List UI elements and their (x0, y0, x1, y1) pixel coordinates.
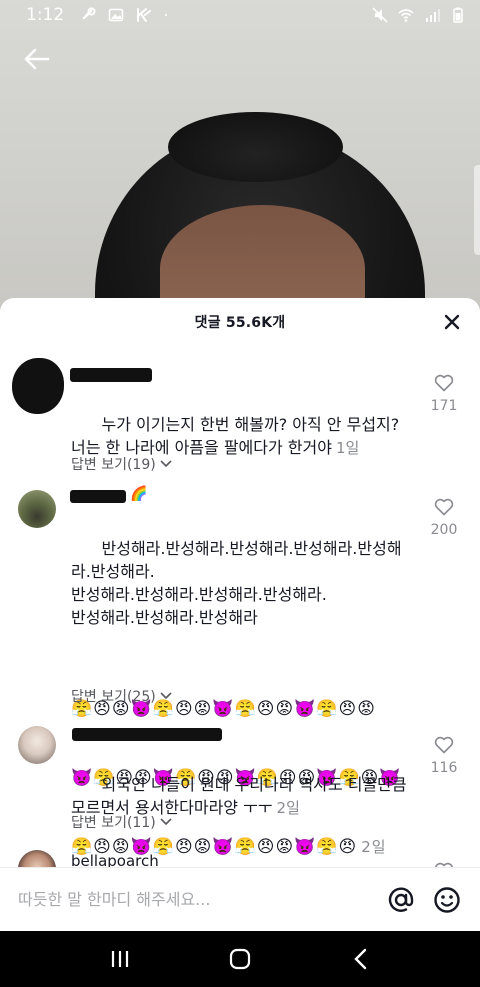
view-replies-label: 답변 보기(25) (71, 689, 156, 705)
avatar[interactable] (18, 726, 56, 764)
avatar[interactable] (18, 490, 56, 528)
comment-item: 누가 이기는지 한번 해볼까? 아직 안 무섭지? 너는 한 나라에 아픔을 팔… (0, 350, 480, 480)
comment-item: 외국인 니들이 뭔데 우리나라 역사도 티끌만큼 모르면서 용서한다마라양 ㅜㅜ… (0, 722, 480, 842)
mute-icon (372, 7, 388, 23)
status-time: 1:12 (26, 5, 65, 25)
dot-icon (165, 14, 168, 16)
view-replies-label: 답변 보기(19) (71, 457, 156, 473)
mention-icon[interactable] (386, 885, 416, 915)
comment-item: 🌈 반성해라.반성해라.반성해라.반성해라.반성해 라.반성해라. 반성해라.반… (0, 486, 480, 857)
back-arrow-icon (24, 48, 50, 70)
like-count: 171 (430, 398, 458, 414)
battery-icon (453, 7, 463, 23)
like-button[interactable]: 200 (420, 498, 468, 538)
back-chevron-icon (354, 948, 367, 970)
view-replies-link[interactable]: 답변 보기(11) (71, 812, 172, 832)
home-icon (229, 948, 251, 970)
home-button[interactable] (226, 945, 254, 973)
avatar-redacted[interactable] (12, 358, 64, 414)
username-redacted[interactable] (72, 728, 222, 741)
recents-icon (111, 951, 129, 967)
back-button[interactable] (20, 44, 54, 74)
side-edge-handle[interactable] (474, 165, 480, 255)
heart-icon (434, 498, 454, 516)
back-nav-button[interactable] (346, 945, 374, 973)
comment-count-title: 댓글 55.6K개 (194, 315, 286, 331)
heart-icon (434, 736, 454, 754)
video-player[interactable] (0, 0, 480, 320)
wifi-icon (398, 9, 414, 22)
comment-date: 2일 (276, 799, 300, 817)
like-button[interactable]: 116 (420, 736, 468, 776)
chevron-down-icon (160, 818, 172, 826)
signal-icon (426, 9, 440, 22)
view-replies-link[interactable]: 답변 보기(25) (71, 686, 172, 706)
heart-icon (434, 374, 454, 392)
close-icon[interactable] (442, 312, 462, 332)
status-icons-right (372, 7, 466, 23)
comment-date: 1일 (335, 439, 360, 457)
comments-header: 댓글 55.6K개 (0, 298, 480, 346)
view-replies-label: 답변 보기(11) (71, 815, 156, 831)
like-count: 200 (430, 522, 458, 538)
comment-body: 외국인 니들이 뭔데 우리나라 역사도 티끌만큼 모르면서 용서한다마라양 ㅜㅜ (71, 775, 407, 817)
like-button[interactable]: 171 (420, 374, 468, 414)
comment-input-bar (0, 867, 480, 931)
k-app-icon (137, 8, 152, 22)
comment-input[interactable] (18, 890, 370, 909)
username-emoji: 🌈 (130, 486, 148, 502)
status-icons-left (80, 7, 172, 23)
link-icon (82, 7, 96, 20)
emoji-icon[interactable] (432, 885, 462, 915)
username-redacted[interactable] (70, 490, 126, 503)
system-nav-bar (0, 931, 480, 987)
username-redacted[interactable] (70, 368, 152, 382)
comment-body: 반성해라.반성해라.반성해라.반성해라.반성해 라.반성해라. 반성해라.반성해… (71, 539, 402, 627)
status-bar: 1:12 (0, 0, 480, 30)
chevron-down-icon (160, 460, 172, 468)
like-count: 116 (430, 760, 458, 776)
view-replies-link[interactable]: 답변 보기(19) (71, 454, 172, 474)
image-icon (108, 8, 124, 22)
video-hair-bun (168, 112, 343, 182)
chevron-down-icon (160, 692, 172, 700)
comments-sheet: 댓글 55.6K개 누가 이기는지 한번 해볼까? 아직 안 무섭지? 너는 한… (0, 298, 480, 931)
recents-button[interactable] (106, 945, 134, 973)
